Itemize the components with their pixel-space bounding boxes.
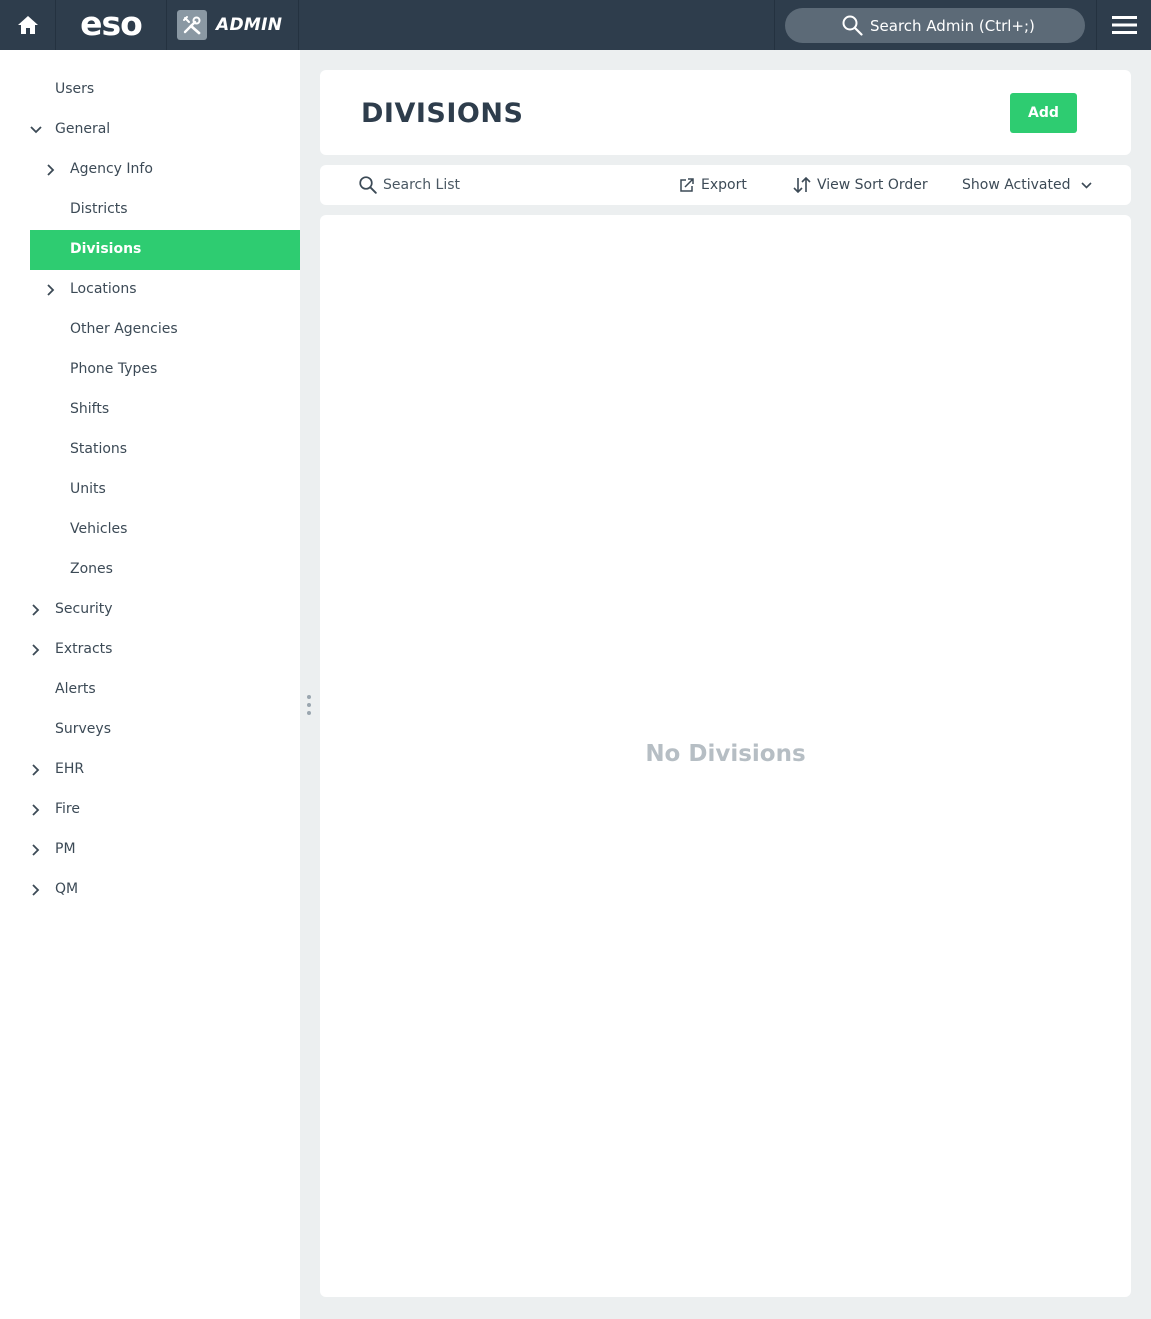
- sidebar-nav: Users General Agency Info Districts Divi…: [0, 50, 300, 1319]
- sidebar-item-fire[interactable]: Fire: [30, 790, 300, 830]
- hamburger-icon: [1111, 16, 1137, 34]
- sidebar-item-units[interactable]: Units: [30, 470, 300, 510]
- tools-icon: [177, 10, 207, 40]
- sidebar-item-label: Other Agencies: [70, 321, 178, 337]
- top-bar: eso ADMIN Search Admin (Ctrl+;): [0, 0, 1151, 50]
- sidebar-item-label: Locations: [70, 281, 137, 297]
- sidebar-item-ehr[interactable]: EHR: [30, 750, 300, 790]
- chevron-down-icon: [30, 126, 42, 134]
- sidebar-item-label: Shifts: [70, 401, 110, 417]
- chevron-right-icon: [32, 884, 40, 896]
- sidebar-item-extracts[interactable]: Extracts: [30, 630, 300, 670]
- chevron-right-icon: [47, 164, 55, 176]
- search-placeholder: Search Admin (Ctrl+;): [870, 16, 1035, 35]
- chevron-right-icon: [32, 764, 40, 776]
- sidebar-item-label: Extracts: [55, 641, 113, 657]
- sidebar-item-label: Users: [55, 81, 95, 97]
- sidebar-item-label: Fire: [55, 801, 80, 817]
- sidebar-item-general[interactable]: General: [30, 110, 300, 150]
- sidebar-item-pm[interactable]: PM: [30, 830, 300, 870]
- search-list-input[interactable]: Search List: [359, 165, 659, 205]
- sort-label: View Sort Order: [817, 177, 928, 193]
- chevron-right-icon: [32, 604, 40, 616]
- sidebar-item-divisions[interactable]: Divisions: [30, 230, 300, 270]
- sidebar-item-label: Surveys: [55, 721, 111, 737]
- sidebar-item-label: Phone Types: [70, 361, 158, 377]
- view-sort-order-button[interactable]: View Sort Order: [793, 165, 928, 205]
- show-activated-dropdown[interactable]: Show Activated: [962, 165, 1092, 205]
- sidebar-item-phone-types[interactable]: Phone Types: [30, 350, 300, 390]
- handle-dot: [307, 695, 311, 699]
- sidebar-item-other-agencies[interactable]: Other Agencies: [30, 310, 300, 350]
- handle-dot: [307, 703, 311, 707]
- sidebar-item-label: Agency Info: [70, 161, 153, 177]
- sidebar-item-label: General: [55, 121, 111, 137]
- search-icon: [842, 15, 863, 36]
- sidebar-item-label: Security: [55, 601, 113, 617]
- add-button[interactable]: Add: [1010, 93, 1077, 133]
- sidebar-item-label: QM: [55, 881, 79, 897]
- sidebar-item-surveys[interactable]: Surveys: [30, 710, 300, 750]
- search-list-placeholder: Search List: [383, 177, 461, 193]
- search-icon: [359, 176, 377, 194]
- external-link-icon: [680, 178, 694, 192]
- chevron-right-icon: [32, 644, 40, 656]
- sidebar-item-label: Units: [70, 481, 106, 497]
- admin-search-input[interactable]: Search Admin (Ctrl+;): [785, 8, 1085, 43]
- sidebar-item-stations[interactable]: Stations: [30, 430, 300, 470]
- admin-label: ADMIN: [216, 15, 283, 35]
- chevron-right-icon: [32, 804, 40, 816]
- home-icon: [17, 16, 38, 34]
- sidebar-item-qm[interactable]: QM: [30, 870, 300, 910]
- sidebar-item-security[interactable]: Security: [30, 590, 300, 630]
- sidebar-item-label: Vehicles: [70, 521, 128, 537]
- sidebar-item-label: Stations: [70, 441, 128, 457]
- sidebar-item-label: PM: [55, 841, 76, 857]
- sidebar-resize-handle[interactable]: [305, 695, 313, 721]
- home-button[interactable]: [0, 0, 56, 50]
- sidebar-item-label: Alerts: [55, 681, 96, 697]
- topbar-divider: [774, 0, 775, 50]
- eso-logo[interactable]: eso: [56, 0, 167, 50]
- sidebar-item-label: EHR: [55, 761, 85, 777]
- divisions-list: No Divisions: [320, 215, 1131, 1297]
- chevron-right-icon: [32, 844, 40, 856]
- sidebar-item-locations[interactable]: Locations: [30, 270, 300, 310]
- sidebar-item-users[interactable]: Users: [30, 70, 300, 110]
- sidebar-item-districts[interactable]: Districts: [30, 190, 300, 230]
- sidebar-item-vehicles[interactable]: Vehicles: [30, 510, 300, 550]
- export-label: Export: [701, 177, 747, 193]
- admin-app-button[interactable]: ADMIN: [167, 0, 299, 50]
- page-title: DIVISIONS: [361, 98, 524, 129]
- list-toolbar: Search List Export View Sort Order Show …: [320, 165, 1131, 205]
- chevron-right-icon: [47, 284, 55, 296]
- chevron-down-icon: [1080, 181, 1092, 189]
- sidebar-item-label: Divisions: [70, 241, 142, 257]
- sidebar-item-label: Districts: [70, 201, 128, 217]
- sort-arrows-icon: [793, 177, 811, 193]
- page-header: DIVISIONS Add: [320, 70, 1131, 155]
- sidebar-item-agency-info[interactable]: Agency Info: [30, 150, 300, 190]
- sidebar-item-label: Zones: [70, 561, 113, 577]
- logo-text: eso: [80, 3, 143, 43]
- export-button[interactable]: Export: [679, 165, 747, 205]
- sidebar-item-zones[interactable]: Zones: [30, 550, 300, 590]
- show-activated-label: Show Activated: [962, 177, 1071, 193]
- handle-dot: [307, 711, 311, 715]
- sidebar-item-alerts[interactable]: Alerts: [30, 670, 300, 710]
- main-menu-button[interactable]: [1096, 0, 1151, 50]
- sidebar-item-shifts[interactable]: Shifts: [30, 390, 300, 430]
- empty-state-message: No Divisions: [645, 741, 806, 767]
